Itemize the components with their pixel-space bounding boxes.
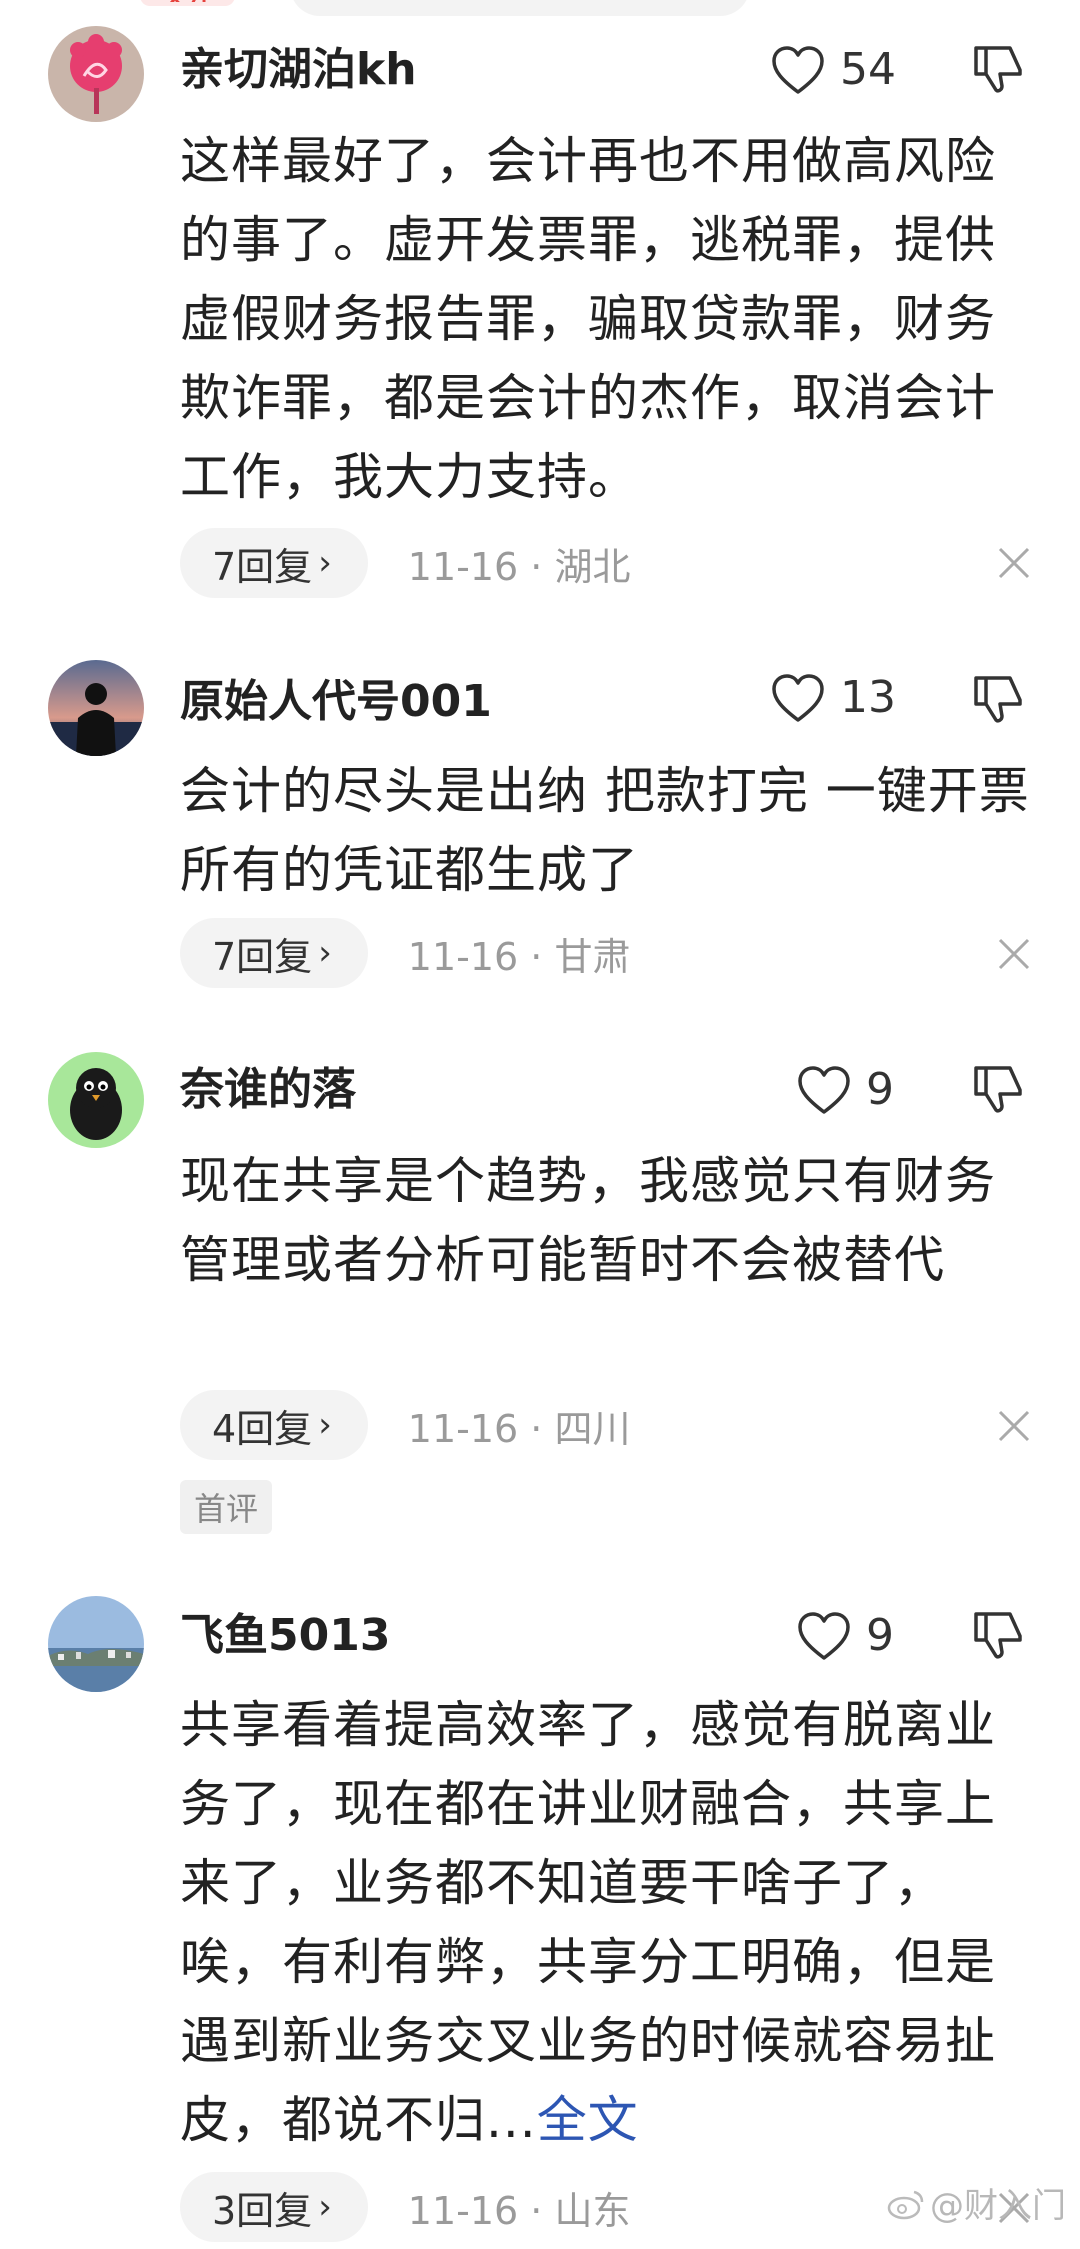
comment-body: 这样最好了，会计再也不用做高风险的事了。虚开发票罪，逃税罪，提供虚假财务报告罪，… (180, 132, 996, 506)
pink-flower-avatar[interactable] (48, 26, 144, 122)
heart-outline-icon (772, 46, 824, 94)
close-icon[interactable] (996, 1408, 1032, 1444)
replies-label: 7回复 (212, 934, 313, 979)
comment-feed: 关注 亲切湖泊kh 54 这样最好了，会计再也不用做高风险的事了。虚开发 (0, 0, 1080, 2249)
like-count: 9 (866, 1064, 894, 1115)
thumbs-down-icon[interactable] (970, 1060, 1026, 1116)
like-count: 13 (840, 672, 896, 723)
comment-body: 共享看着提高效率了，感觉有脱离业务了，现在都在讲业财融合，共享上来了，业务都不知… (180, 1686, 1040, 2160)
heart-outline-icon (772, 674, 824, 722)
comment-username[interactable]: 亲切湖泊kh (180, 42, 417, 98)
follow-badge-remnant[interactable]: 关注 (140, 0, 235, 6)
chevron-right-icon: › (318, 933, 332, 973)
close-icon[interactable] (996, 936, 1032, 972)
close-icon[interactable] (996, 545, 1032, 581)
thumbs-down-icon[interactable] (970, 40, 1026, 96)
full-text-link[interactable]: 全文 (537, 2091, 639, 2149)
sunset-silhouette-avatar[interactable] (48, 660, 144, 756)
chevron-right-icon: › (318, 1405, 332, 1445)
comment-body: 会计的尽头是出纳 把款打完 一键开票 所有的凭证都生成了 (180, 762, 1030, 899)
heart-outline-icon (798, 1612, 850, 1660)
comment-username[interactable]: 原始人代号001 (180, 674, 492, 730)
like-button[interactable]: 13 (770, 666, 896, 730)
comment-body: 现在共享是个趋势，我感觉只有财务管理或者分析可能暂时不会被替代 (180, 1152, 996, 1289)
seaside-landscape-avatar[interactable] (48, 1596, 144, 1692)
replies-button[interactable]: 7回复 › (180, 918, 368, 988)
comment-body-text: 共享看着提高效率了，感觉有脱离业务了，现在都在讲业财融合，共享上来了，业务都不知… (180, 1696, 996, 2149)
comment-meta: 4回复 › 11-16 · 四川 (180, 1390, 630, 1460)
heart-outline-icon (798, 1066, 850, 1114)
thumbs-down-icon[interactable] (970, 1606, 1026, 1662)
comment-time-location: 11-16 · 甘肃 (407, 934, 631, 979)
first-comment-badge: 首评 (180, 1480, 273, 1534)
comment-meta: 7回复 › 11-16 · 甘肃 (180, 918, 630, 988)
replies-button[interactable]: 3回复 › (180, 2172, 368, 2242)
comment-meta: 7回复 › 11-16 · 湖北 (180, 528, 630, 598)
weibo-logo-icon (887, 2190, 924, 2219)
replies-label: 7回复 (212, 544, 313, 589)
comment-username[interactable]: 飞鱼5013 (180, 1608, 390, 1664)
like-button[interactable]: 54 (770, 38, 896, 102)
chevron-right-icon: › (318, 2187, 332, 2227)
replies-label: 4回复 (212, 1406, 313, 1451)
replies-button[interactable]: 7回复 › (180, 528, 368, 598)
comment-meta: 3回复 › 11-16 · 山东 (180, 2172, 630, 2242)
replies-button[interactable]: 4回复 › (180, 1390, 368, 1460)
like-count: 54 (840, 44, 896, 95)
comment-time-location: 11-16 · 山东 (407, 2188, 631, 2233)
input-bar-remnant[interactable] (290, 0, 750, 16)
replies-label: 3回复 (212, 2188, 313, 2233)
watermark-text: @财入门 (930, 2186, 1066, 2226)
like-count: 9 (866, 1610, 894, 1661)
weibo-watermark: @财入门 (886, 2178, 1066, 2227)
chevron-right-icon: › (318, 543, 332, 583)
thumbs-down-icon[interactable] (970, 670, 1026, 726)
follow-badge-label: 关注 (140, 0, 235, 2)
comment-username[interactable]: 奈谁的落 (180, 1062, 356, 1118)
black-bird-avatar[interactable] (48, 1052, 144, 1148)
like-button[interactable]: 9 (796, 1058, 894, 1122)
like-button[interactable]: 9 (796, 1604, 894, 1668)
comment-time-location: 11-16 · 湖北 (407, 544, 631, 589)
comment-time-location: 11-16 · 四川 (407, 1406, 631, 1451)
